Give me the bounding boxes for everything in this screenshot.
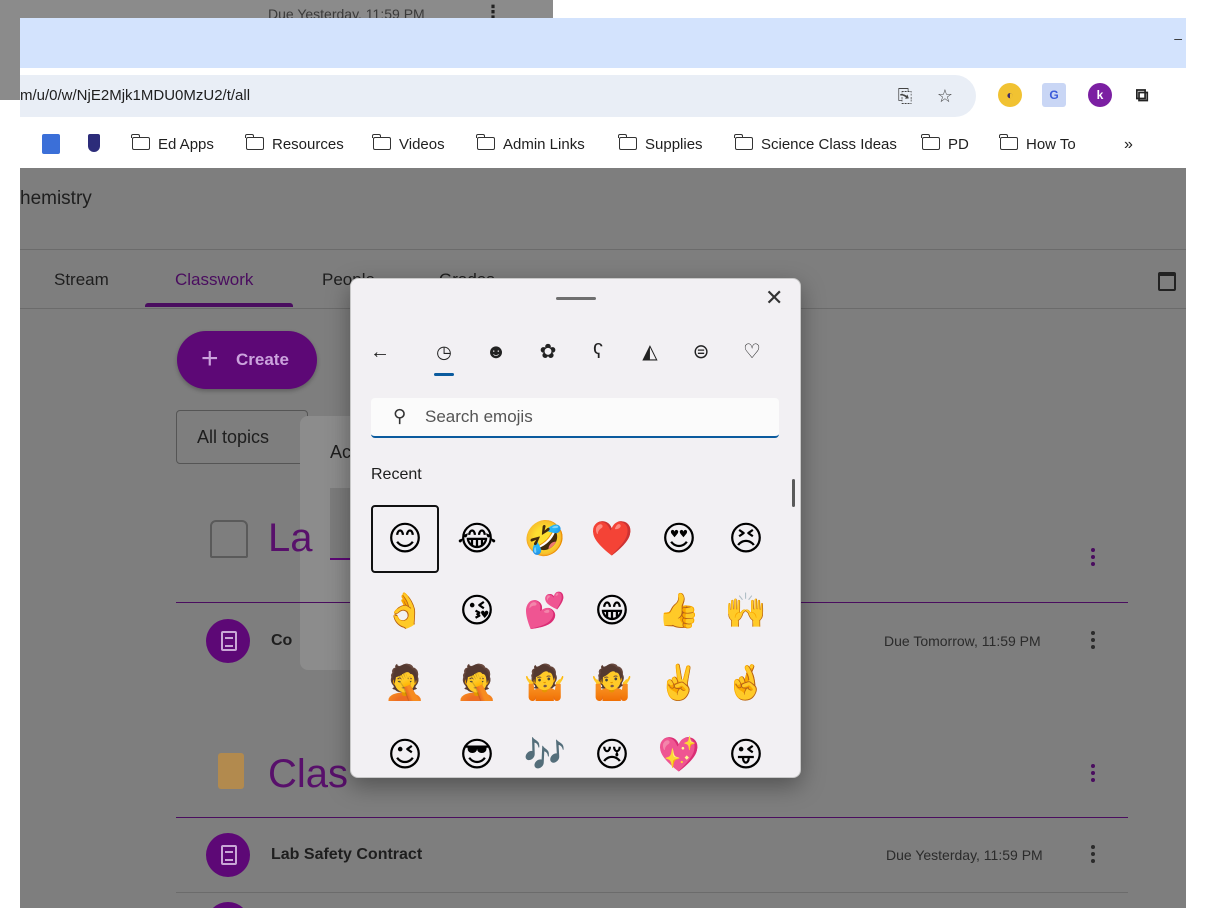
emoji-item[interactable]: 😘 xyxy=(443,577,511,645)
tab-classwork[interactable]: Classwork xyxy=(175,270,253,290)
topic-divider xyxy=(176,817,1128,818)
heart-icon[interactable]: ♡ xyxy=(739,339,765,365)
plus-icon: + xyxy=(201,342,219,375)
emoji-item[interactable]: 🤣 xyxy=(511,505,579,573)
bookmark-ed-apps[interactable]: Ed Apps xyxy=(131,134,214,153)
emoji-item[interactable]: 😎 xyxy=(443,721,511,777)
extension-translate-icon[interactable]: G xyxy=(1042,83,1066,107)
topics-filter-select[interactable]: All topics xyxy=(176,410,308,464)
tab-stream[interactable]: Stream xyxy=(54,270,109,290)
assignment-more-icon[interactable] xyxy=(1090,845,1096,866)
bookmark-pd[interactable]: PD xyxy=(921,134,969,153)
emoji-item[interactable]: ❤️ xyxy=(578,505,646,573)
assignment-icon xyxy=(206,833,250,877)
emoji-item[interactable]: 🎶 xyxy=(511,721,579,777)
emoji-item[interactable]: 😂 xyxy=(443,505,511,573)
folder-icon xyxy=(372,134,391,150)
extension-shield-icon[interactable]: ◐ xyxy=(998,83,1022,107)
assignment-title[interactable]: Lab Safety Contract xyxy=(271,846,422,864)
calendar-icon[interactable] xyxy=(1158,272,1176,291)
emoji-item[interactable]: 😍 xyxy=(645,505,713,573)
bookmark-supplies[interactable]: Supplies xyxy=(618,134,703,153)
emoji-item[interactable]: 🤞 xyxy=(712,649,780,717)
emoji-item[interactable]: 🤷 xyxy=(511,649,579,717)
kaomoji-icon[interactable]: ʕ xyxy=(585,339,611,365)
topic-more-icon[interactable] xyxy=(1090,764,1096,785)
folder-icon xyxy=(921,134,940,150)
emoji-search-input[interactable] xyxy=(425,406,755,428)
extensions-puzzle-icon[interactable]: ⧉ xyxy=(1130,83,1154,107)
extension-k-icon[interactable]: k xyxy=(1088,83,1112,107)
url-text[interactable]: m/u/0/w/NjE2Mjk1MDU0MzU2/t/all xyxy=(20,87,250,104)
folder-icon xyxy=(476,134,495,150)
emoji-item[interactable]: 🤦 xyxy=(371,649,439,717)
emoji-item[interactable]: 💕 xyxy=(511,577,579,645)
emoji-item[interactable]: 👌 xyxy=(371,577,439,645)
emoji-item[interactable]: ✌️ xyxy=(645,649,713,717)
drag-handle[interactable] xyxy=(556,297,596,300)
bookmark-videos[interactable]: Videos xyxy=(372,134,445,153)
emoji-item[interactable]: 😉 xyxy=(371,721,439,777)
assignment-icon xyxy=(206,619,250,663)
bookmark-resources[interactable]: Resources xyxy=(245,134,344,153)
header-divider xyxy=(20,249,1186,250)
emoji-item[interactable]: 💖 xyxy=(645,721,713,777)
symbols-icon[interactable]: ◭ xyxy=(637,339,663,365)
topic-title: Clas xyxy=(268,752,349,796)
emoji-item[interactable]: 😜 xyxy=(712,721,780,777)
clipboard-icon xyxy=(218,753,244,789)
category-indicator xyxy=(434,373,454,376)
clock-icon[interactable]: ◷ xyxy=(431,339,457,365)
assignment-due: Due Tomorrow, 11:59 PM xyxy=(884,633,1041,649)
install-app-icon[interactable]: ⎘ xyxy=(894,85,916,107)
folder-icon xyxy=(245,134,264,150)
browser-toolbar: m/u/0/w/NjE2Mjk1MDU0MzU2/t/all ⎘ ☆ ◐ G k… xyxy=(20,68,1186,122)
bookmark-star-icon[interactable]: ☆ xyxy=(934,85,956,107)
assignment-icon xyxy=(206,902,250,908)
car-icon[interactable]: ⊜ xyxy=(688,339,714,365)
emoji-item[interactable]: 😣 xyxy=(712,505,780,573)
class-title: hemistry xyxy=(20,188,92,209)
emoji-search-box[interactable]: ⚲ xyxy=(371,398,779,438)
lab-coat-icon xyxy=(210,520,248,558)
row-divider xyxy=(176,892,1128,893)
emoji-item[interactable]: 🤦 xyxy=(443,649,511,717)
close-icon[interactable]: ✕ xyxy=(765,285,783,311)
emoji-scrollbar[interactable] xyxy=(792,479,795,507)
assignment-due: Due Yesterday, 11:59 PM xyxy=(886,847,1043,863)
folder-icon xyxy=(618,134,637,150)
search-icon: ⚲ xyxy=(393,406,407,426)
emoji-item[interactable]: 👍 xyxy=(645,577,713,645)
emoji-item[interactable]: 🙌 xyxy=(712,577,780,645)
assignment-title[interactable]: Co xyxy=(271,632,292,650)
topic-title: La xyxy=(268,516,313,560)
emoji-item[interactable]: 🤷 xyxy=(578,649,646,717)
folder-icon xyxy=(999,134,1018,150)
folder-icon xyxy=(734,134,753,150)
emoji-picker[interactable]: ✕ ← ◷ ☻ ✿ ʕ ◭ ⊜ ♡ ⚲ Recent 😊😂🤣❤️😍😣 👌😘💕😁👍🙌… xyxy=(350,278,801,778)
emoji-item[interactable]: 😊 xyxy=(371,505,439,573)
create-button[interactable]: + Create xyxy=(177,331,317,389)
bookmark-science-class-ideas[interactable]: Science Class Ideas xyxy=(734,134,897,153)
emoji-item[interactable]: 😢 xyxy=(578,721,646,777)
address-bar[interactable]: m/u/0/w/NjE2Mjk1MDU0MzU2/t/all ⎘ ☆ xyxy=(20,75,976,117)
folder-icon xyxy=(131,134,150,150)
sticker-icon[interactable]: ✿ xyxy=(535,339,561,365)
emoji-item[interactable]: 😁 xyxy=(578,577,646,645)
shield-bookmark-icon[interactable] xyxy=(88,134,100,152)
assignment-more-icon[interactable] xyxy=(1090,631,1096,652)
minimize-icon[interactable]: – xyxy=(1174,30,1182,46)
sam-icon[interactable] xyxy=(42,134,60,154)
back-arrow-icon[interactable]: ← xyxy=(367,339,393,365)
bookmark-admin-links[interactable]: Admin Links xyxy=(476,134,585,153)
bookmarks-bar: Ed Apps Resources Videos Admin Links Sup… xyxy=(20,122,1186,169)
bookmark-how-to[interactable]: How To xyxy=(999,134,1076,153)
active-tab-indicator xyxy=(145,303,293,307)
title-bar: – xyxy=(20,18,1186,68)
bookmarks-overflow-icon[interactable]: » xyxy=(1124,136,1133,154)
topic-more-icon[interactable] xyxy=(1090,548,1096,569)
recent-section-label: Recent xyxy=(371,466,422,483)
smiley-icon[interactable]: ☻ xyxy=(483,339,509,365)
